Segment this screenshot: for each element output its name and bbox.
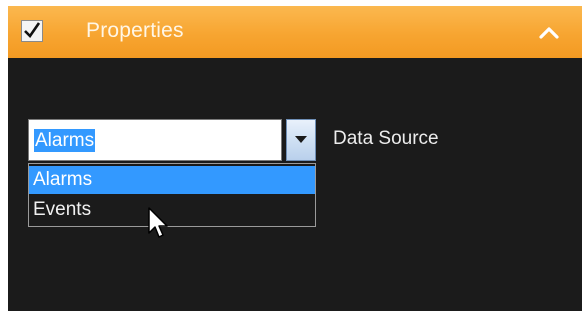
properties-panel: Properties Alarms Data Source Alarms Eve… [8,6,582,311]
dropdown-option-events[interactable]: Events [29,196,315,224]
data-source-selected-value: Alarms [34,129,96,152]
panel-title: Properties [86,19,184,42]
header-checkbox[interactable] [21,20,43,42]
data-source-dropdown-list: Alarms Events [28,163,316,227]
dropdown-toggle-button[interactable] [286,119,316,161]
mouse-cursor-icon [148,207,172,243]
data-source-label: Data Source [333,128,439,149]
dropdown-option-alarms[interactable]: Alarms [29,166,315,194]
chevron-up-icon [539,27,559,39]
collapse-button[interactable] [536,24,562,42]
checkmark-icon [24,22,41,39]
panel-header: Properties [8,6,582,58]
chevron-down-icon [295,136,307,143]
data-source-combobox[interactable]: Alarms [28,119,316,161]
data-source-input[interactable]: Alarms [28,119,282,161]
